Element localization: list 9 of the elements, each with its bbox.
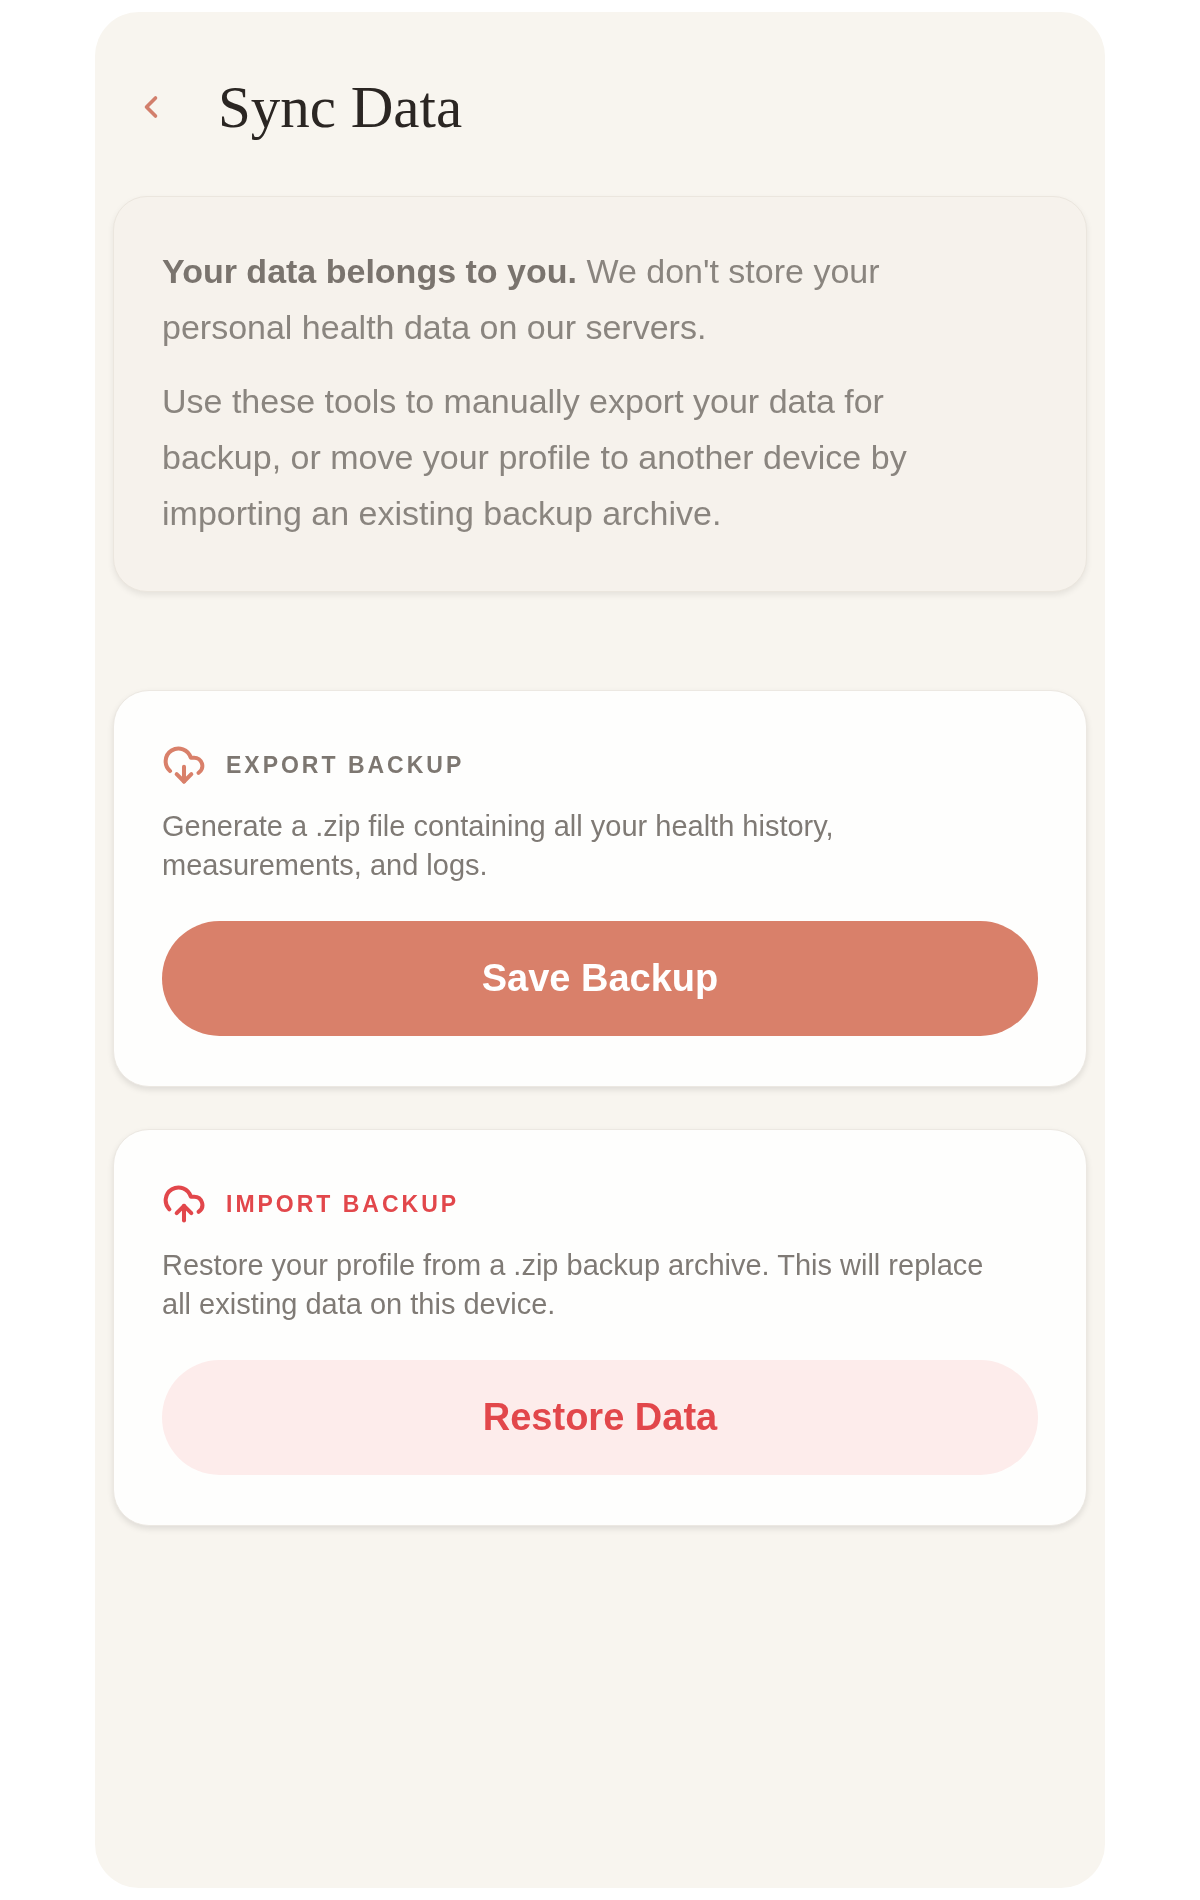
section-title: EXPORT BACKUP [226, 751, 465, 780]
info-paragraph: Use these tools to manually export your data for backup, or move your profile to another device by importing an existing backup archive. [162, 381, 908, 534]
page-title: Sync Data [218, 73, 463, 142]
section-title: IMPORT BACKUP [226, 1190, 460, 1219]
info-paragraph: Your data belongs to you. We don't store your personal health data on our servers. [162, 251, 881, 348]
section-description: Restore your profile from a .zip backup archive. This will replace all existing data on this device. [162, 1248, 985, 1322]
save-backup-button[interactable]: Save Backup [162, 921, 1038, 1036]
section-description: Generate a .zip file containing all your health history, measurements, and logs. [162, 809, 835, 883]
restore-data-button[interactable]: Restore Data [162, 1360, 1038, 1475]
